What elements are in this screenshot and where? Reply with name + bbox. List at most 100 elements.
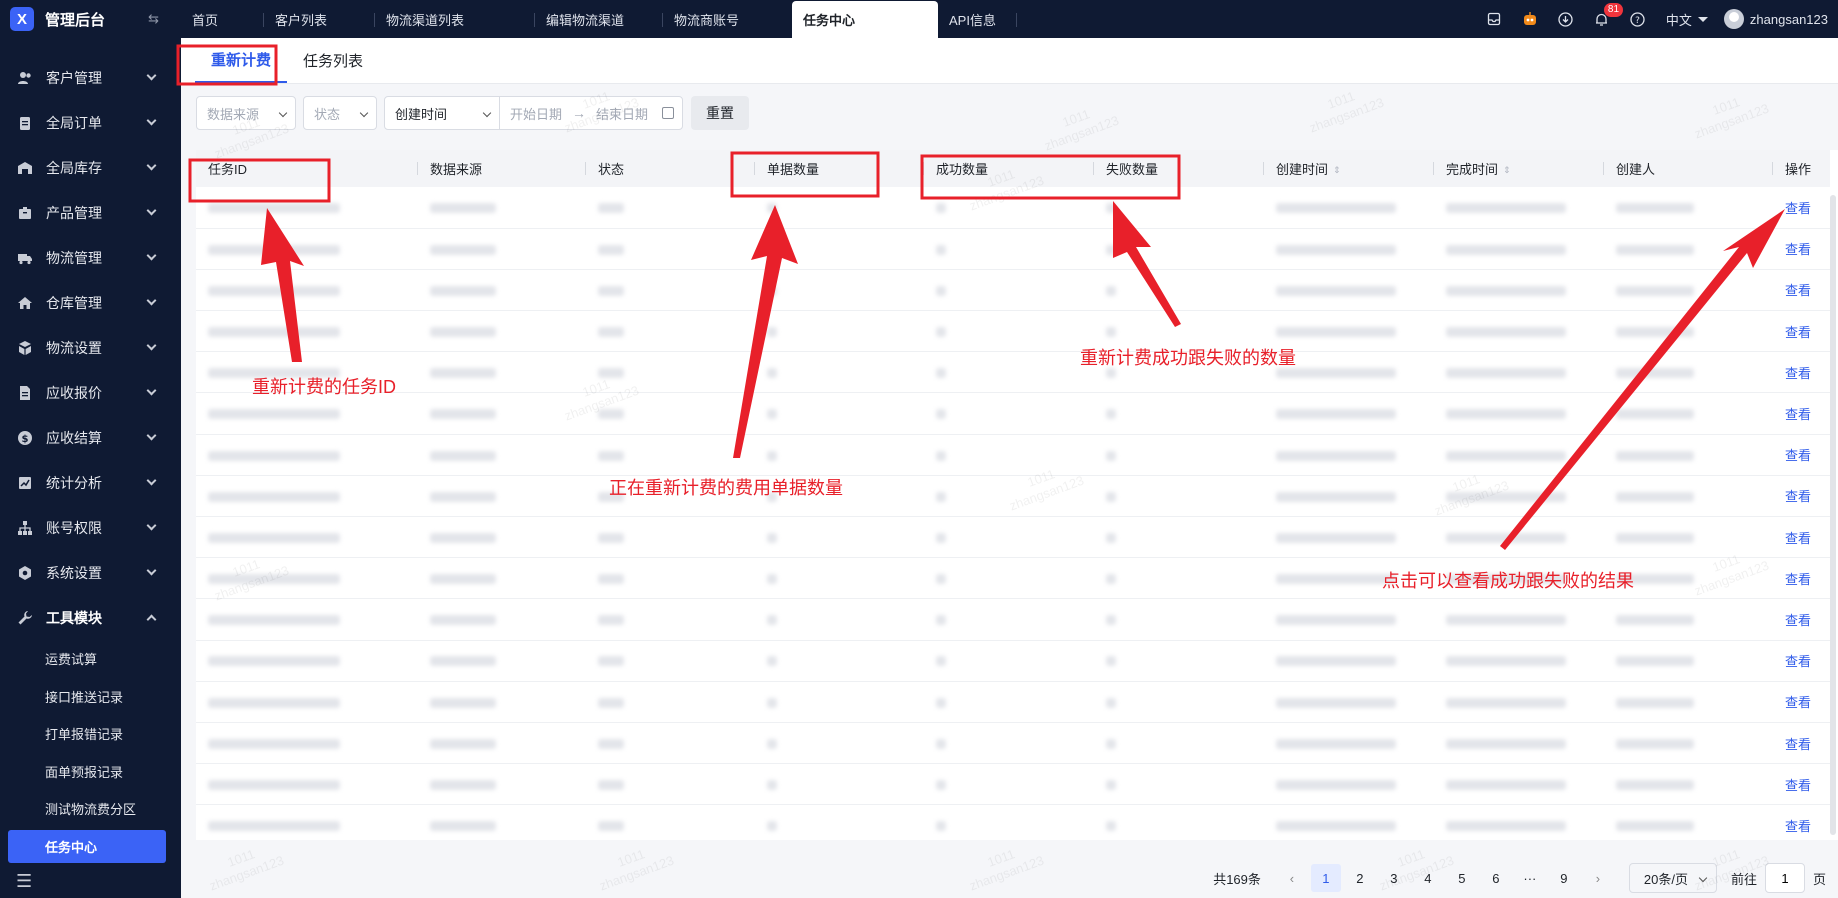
view-link[interactable]: 查看 <box>1785 695 1811 710</box>
sidebar-item-4[interactable]: 物流管理 <box>0 235 181 280</box>
obscured-value <box>936 532 946 543</box>
bell-icon[interactable]: 81 <box>1594 3 1624 27</box>
tab-3[interactable]: 编辑物流渠道 <box>535 0 663 38</box>
view-link[interactable]: 查看 <box>1785 489 1811 504</box>
page-number[interactable]: 2 <box>1345 864 1375 892</box>
obscured-value <box>1446 491 1566 502</box>
sidebar-item-7[interactable]: 应收报价 <box>0 370 181 415</box>
page-number[interactable]: 4 <box>1413 864 1443 892</box>
obscured-value <box>430 409 496 420</box>
sidebar-item-2[interactable]: 全局库存 <box>0 145 181 190</box>
tab-2[interactable]: 物流渠道列表 <box>375 0 535 38</box>
prev-page-icon[interactable]: ‹ <box>1277 864 1307 892</box>
table-cell <box>1094 434 1264 476</box>
view-link[interactable]: 查看 <box>1785 654 1811 669</box>
page-number[interactable]: 6 <box>1481 864 1511 892</box>
table-cell: 查看 <box>1773 310 1830 353</box>
end-date-input[interactable]: 结束日期 <box>586 104 658 123</box>
view-link[interactable]: 查看 <box>1785 572 1811 587</box>
table-cell <box>1094 351 1264 394</box>
view-link[interactable]: 查看 <box>1785 819 1811 834</box>
column-header[interactable]: 完成时间 ⇕ <box>1434 150 1604 187</box>
tab-6[interactable]: API信息 <box>938 0 1017 38</box>
view-link[interactable]: 查看 <box>1785 407 1811 422</box>
page-number[interactable]: 9 <box>1549 864 1579 892</box>
table-cell: 查看 <box>1773 475 1830 518</box>
user-menu[interactable]: zhangsan123 <box>1723 9 1828 29</box>
tab-4[interactable]: 物流商账号 <box>663 0 792 38</box>
view-link[interactable]: 查看 <box>1785 325 1811 340</box>
sidebar-item-label: 产品管理 <box>46 204 102 221</box>
sort-icon[interactable]: ⇕ <box>1503 165 1511 176</box>
subtab-task-list[interactable]: 任务列表 <box>287 37 379 83</box>
table-cell <box>1434 722 1604 765</box>
column-header[interactable]: 创建时间 ⇕ <box>1264 150 1434 187</box>
subtab-recalculate[interactable]: 重新计费 <box>195 37 288 83</box>
page-number[interactable]: 1 <box>1310 864 1341 892</box>
tab-5[interactable]: 任务中心 <box>792 1 938 38</box>
sidebar-item-11[interactable]: 系统设置 <box>0 550 181 595</box>
table-cell <box>755 681 924 723</box>
view-link[interactable]: 查看 <box>1785 613 1811 628</box>
table-cell <box>1094 640 1264 682</box>
sidebar-item-12[interactable]: 工具模块 <box>0 595 181 640</box>
page-size-select[interactable]: 20条/页 <box>1628 863 1717 893</box>
view-link[interactable]: 查看 <box>1785 778 1811 793</box>
source-select-placeholder: 数据来源 <box>207 106 260 122</box>
language-select[interactable]: 中文 <box>1666 10 1708 29</box>
goto-page-input[interactable] <box>1764 863 1805 893</box>
sidebar-item-10[interactable]: 账号权限 <box>0 505 181 550</box>
sidebar-item-6[interactable]: 物流设置 <box>0 325 181 370</box>
chevron-down-icon <box>146 340 157 351</box>
submenu-item[interactable]: 打单报错记录 <box>0 715 181 753</box>
obscured-value <box>1446 326 1566 337</box>
help-icon[interactable]: ? <box>1630 11 1646 27</box>
message-icon[interactable] <box>1486 11 1502 27</box>
table-cell <box>196 392 418 435</box>
obscured-value <box>767 532 777 543</box>
view-link[interactable]: 查看 <box>1785 448 1811 463</box>
view-link[interactable]: 查看 <box>1785 283 1811 298</box>
sidebar-item-8[interactable]: $ 应收结算 <box>0 415 181 460</box>
view-link[interactable]: 查看 <box>1785 242 1811 257</box>
page-number[interactable]: 5 <box>1447 864 1477 892</box>
tab-1[interactable]: 客户列表 <box>264 0 375 38</box>
submenu-item[interactable]: 测试物流费分区 <box>0 790 181 828</box>
obscured-value <box>1106 491 1116 502</box>
sidebar-item-0[interactable]: 客户管理 <box>0 55 181 100</box>
page-number[interactable]: 3 <box>1379 864 1409 892</box>
view-link[interactable]: 查看 <box>1785 201 1811 216</box>
view-link[interactable]: 查看 <box>1785 737 1811 752</box>
sidebar-item-9[interactable]: 统计分析 <box>0 460 181 505</box>
scrollbar[interactable] <box>1830 195 1836 835</box>
collapse-sidebar-icon[interactable]: ⇆ <box>148 11 159 27</box>
menu-toggle-icon[interactable]: ☰ <box>16 871 32 892</box>
next-page-icon[interactable]: › <box>1583 864 1613 892</box>
robot-icon[interactable] <box>1522 11 1538 27</box>
sidebar-item-3[interactable]: 产品管理 <box>0 190 181 235</box>
sort-icon[interactable]: ⇕ <box>1333 165 1341 176</box>
table-cell <box>1264 763 1434 806</box>
sidebar-item-5[interactable]: 仓库管理 <box>0 280 181 325</box>
obscured-value <box>1446 615 1566 626</box>
submenu-item[interactable]: 运费试算 <box>0 640 181 678</box>
table-cell <box>1434 475 1604 518</box>
submenu-item[interactable]: 面单预报记录 <box>0 753 181 791</box>
more-pages[interactable]: ··· <box>1515 864 1545 892</box>
sidebar-item-1[interactable]: 全局订单 <box>0 100 181 145</box>
download-icon[interactable] <box>1558 11 1574 27</box>
view-link[interactable]: 查看 <box>1785 366 1811 381</box>
status-select[interactable]: 状态 <box>303 96 377 130</box>
submenu-item[interactable]: 任务中心 <box>8 829 166 863</box>
source-select[interactable]: 数据来源 <box>196 96 296 130</box>
start-date-input[interactable]: 开始日期 <box>500 104 572 123</box>
date-range-picker[interactable]: 创建时间 开始日期 → 结束日期 <box>384 96 684 130</box>
obscured-value <box>430 615 496 626</box>
reset-button[interactable]: 重置 <box>691 96 750 130</box>
view-link[interactable]: 查看 <box>1785 531 1811 546</box>
obscured-value <box>1446 244 1566 255</box>
tab-0[interactable]: 首页 <box>181 0 264 38</box>
obscured-value <box>598 697 624 708</box>
submenu-item[interactable]: 接口推送记录 <box>0 678 181 716</box>
date-type-select[interactable]: 创建时间 <box>385 97 500 129</box>
